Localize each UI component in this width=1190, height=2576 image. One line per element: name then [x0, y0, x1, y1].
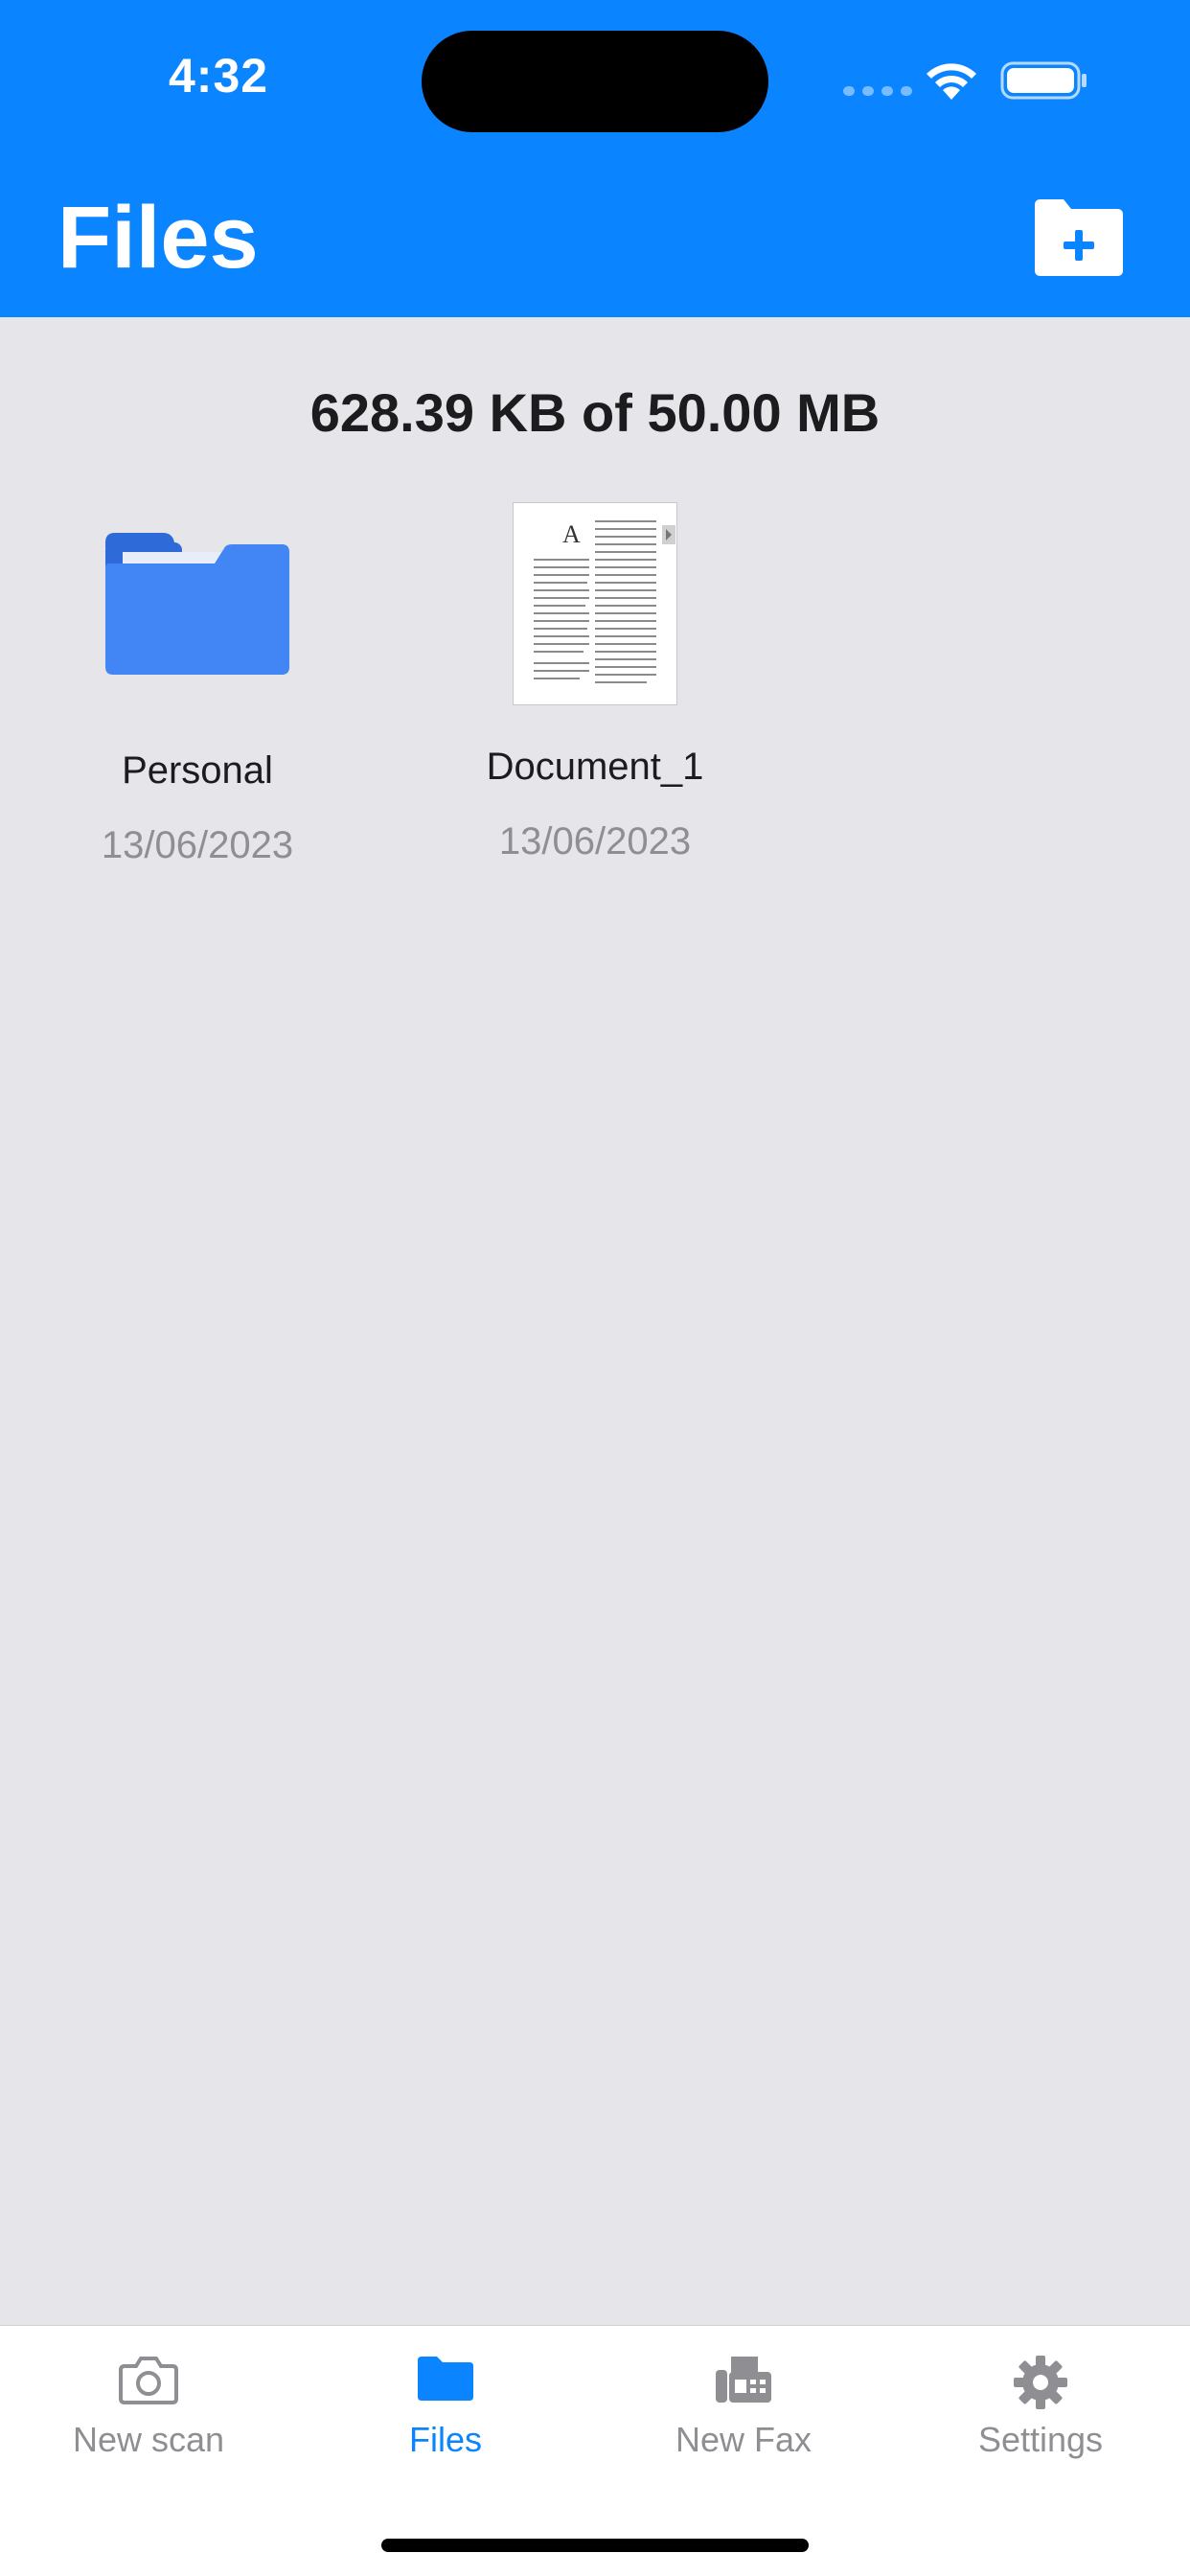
tab-new-scan[interactable]: New scan [0, 2326, 297, 2479]
tab-label: New Fax [675, 2420, 812, 2459]
tab-label: Settings [977, 2420, 1104, 2459]
folder-item-personal[interactable]: Personal 13/06/2023 [54, 518, 341, 882]
tab-label: Files [408, 2420, 482, 2459]
item-date: 13/06/2023 [498, 820, 692, 862]
files-screen: 4:32 Files 628.39 KB of 50.00 MB Persona… [0, 0, 1190, 2576]
header: 4:32 Files [0, 0, 1190, 317]
fax-icon [716, 2357, 771, 2403]
document-item-document-1[interactable]: A Document_1 13/06/2023 [451, 502, 739, 866]
tab-new-fax[interactable]: New Fax [595, 2326, 892, 2479]
cellular-signal-icon [843, 86, 912, 96]
svg-text:A: A [562, 520, 581, 548]
folder-icon [105, 533, 289, 675]
storage-usage-label: 628.39 KB of 50.00 MB [309, 382, 881, 443]
item-name: Personal [122, 749, 273, 792]
folder-icon [418, 2357, 473, 2401]
tab-files[interactable]: Files [297, 2326, 594, 2479]
wifi-icon [927, 63, 976, 100]
dynamic-island [422, 31, 768, 132]
new-folder-button[interactable] [1031, 196, 1127, 278]
item-date: 13/06/2023 [101, 824, 294, 866]
page-title: Files [57, 189, 259, 287]
tab-label: New scan [72, 2420, 225, 2459]
camera-icon [119, 2357, 178, 2404]
status-time: 4:32 [169, 49, 269, 103]
document-thumbnail: A [513, 502, 677, 705]
tab-bar: New scan Files New Fax Settings [0, 2325, 1190, 2576]
battery-icon [1000, 61, 1087, 100]
home-indicator [381, 2539, 809, 2552]
gear-icon [1014, 2356, 1067, 2409]
tab-settings[interactable]: Settings [892, 2326, 1189, 2479]
item-name: Document_1 [486, 746, 704, 788]
